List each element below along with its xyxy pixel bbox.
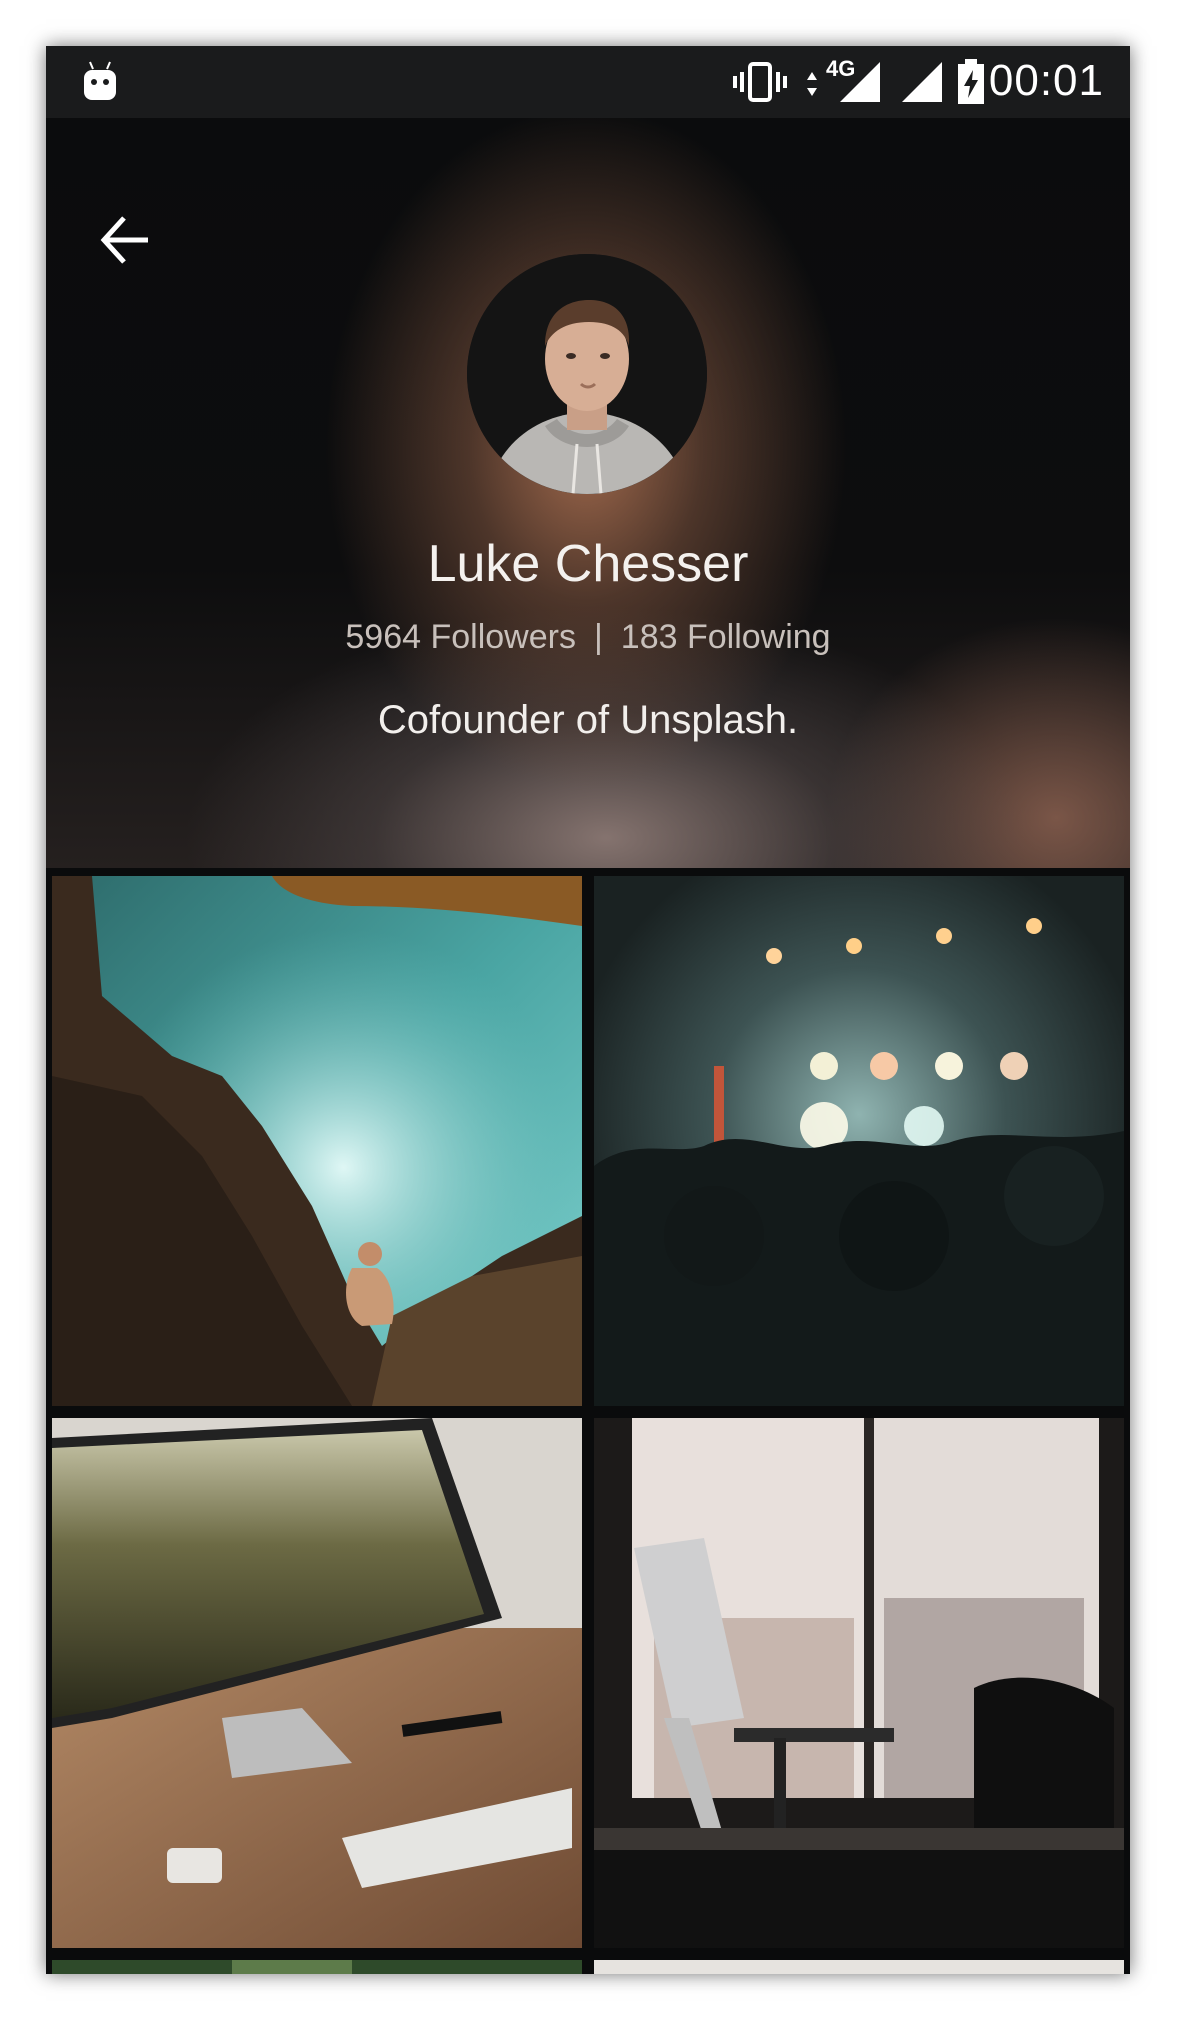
photo-tile-light[interactable] bbox=[594, 1960, 1124, 1974]
followers-count[interactable]: 5964 Followers bbox=[345, 618, 576, 656]
vibrate-icon bbox=[733, 62, 787, 102]
stats-separator: | bbox=[593, 618, 603, 656]
photo-tile-forest[interactable] bbox=[52, 1960, 582, 1974]
signal-icon bbox=[840, 62, 880, 102]
photo-tile-desk-monitor[interactable] bbox=[52, 1418, 582, 1948]
battery-charging-icon bbox=[958, 59, 984, 104]
desk-monitor-photo bbox=[52, 1418, 582, 1948]
photo-tile-window-desk[interactable] bbox=[594, 1418, 1124, 1948]
arrow-left-icon bbox=[100, 216, 148, 264]
signal-icon bbox=[902, 62, 942, 102]
android-icon bbox=[84, 61, 116, 100]
profile-header: Luke Chesser 5964 Followers | 183 Followin… bbox=[46, 118, 1130, 868]
data-arrows-icon bbox=[807, 72, 817, 96]
following-count[interactable]: 183 Following bbox=[621, 618, 831, 656]
photo-tile-concert[interactable] bbox=[594, 876, 1124, 1406]
status-bar: 4G 00:01 bbox=[46, 46, 1130, 118]
window-desk-photo bbox=[594, 1418, 1124, 1948]
photo-grid bbox=[46, 868, 1130, 1974]
avatar-photo bbox=[467, 254, 707, 494]
avatar[interactable] bbox=[467, 254, 707, 494]
back-button[interactable] bbox=[96, 210, 156, 270]
concert-crowd-photo bbox=[594, 876, 1124, 1406]
phone-screen: 4G 00:01 Luke Chesser 5964 Followers | 1… bbox=[46, 46, 1130, 1974]
follow-stats: 5964 Followers | 183 Following bbox=[46, 618, 1130, 657]
clock: 00:01 bbox=[988, 56, 1104, 105]
profile-name: Luke Chesser bbox=[427, 535, 749, 593]
photo-tile-ocean-cliff[interactable] bbox=[52, 876, 582, 1406]
light-photo bbox=[594, 1960, 1124, 1974]
ocean-cliff-photo bbox=[52, 876, 582, 1406]
profile-bio: Cofounder of Unsplash. bbox=[377, 698, 799, 742]
forest-photo bbox=[52, 1960, 582, 1974]
